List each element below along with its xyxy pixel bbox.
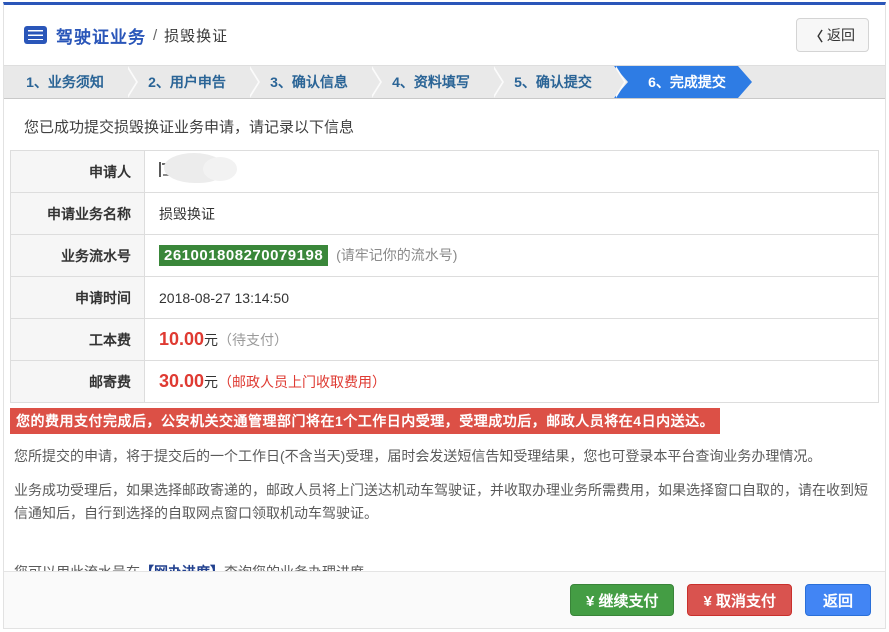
page: 驾驶证业务 / 损毁换证 〈 返回 1、业务须知 2、用户申告 3、确认信息 4… [0,0,889,632]
list-card-icon [24,26,47,44]
back-button-label: 返回 [827,25,855,45]
step-item-2: 2、用户申告 [126,66,248,98]
breadcrumb-separator: / [153,27,157,44]
table-row-applicant: 申请人 [11,151,879,193]
applicant-value [145,151,879,193]
business-name-value: 损毁换证 [145,193,879,235]
continue-payment-button[interactable]: ¥ 继续支付 [570,584,675,616]
cancel-payment-button[interactable]: ¥ 取消支付 [687,584,792,616]
alert-banner: 您的费用支付完成后，公安机关交通管理部门将在1个工作日内受理，受理成功后，邮政人… [10,408,720,434]
chevron-left-icon: 〈 [810,26,823,45]
table-row-production-fee: 工本费 10.00元（待支付） [11,319,879,361]
row-label: 邮寄费 [11,361,145,403]
breadcrumb-current: 损毁换证 [164,25,228,46]
content-panel: 驾驶证业务 / 损毁换证 〈 返回 1、业务须知 2、用户申告 3、确认信息 4… [3,2,886,629]
submission-info-table: 申请人 申请业务名称 损毁换证 业务流水号 261001808270079198 [10,150,879,403]
row-label: 申请时间 [11,277,145,319]
breadcrumb-root[interactable]: 驾驶证业务 [56,23,146,48]
production-fee-note: （待支付） [218,332,288,348]
step-item-3: 3、确认信息 [248,66,370,98]
production-fee-amount: 10.00 [159,329,204,349]
serial-value: 261001808270079198 (请牢记你的流水号) [145,235,879,277]
breadcrumb: 驾驶证业务 / 损毁换证 [24,23,228,48]
note-paragraph-1: 您所提交的申请，将于提交后的一个工作日(不含当天)受理，届时会发送短信告知受理结… [14,445,875,468]
row-label: 申请业务名称 [11,193,145,235]
serial-number-badge: 261001808270079198 [159,245,328,266]
footer-action-bar: ¥ 继续支付 ¥ 取消支付 返回 [4,571,885,628]
table-row-apply-time: 申请时间 2018-08-27 13:14:50 [11,277,879,319]
table-row-serial: 业务流水号 261001808270079198 (请牢记你的流水号) [11,235,879,277]
step-progress-bar: 1、业务须知 2、用户申告 3、确认信息 4、资料填写 5、确认提交 6、完成提… [4,65,885,99]
alert-banner-wrap: 您的费用支付完成后，公安机关交通管理部门将在1个工作日内受理，受理成功后，邮政人… [10,408,879,434]
mailing-fee-value: 30.00元（邮政人员上门收取费用） [145,361,879,403]
back-button[interactable]: 〈 返回 [796,18,869,52]
mailing-fee-note: （邮政人员上门收取费用） [218,374,386,390]
header: 驾驶证业务 / 损毁换证 〈 返回 [4,5,885,65]
row-label: 工本费 [11,319,145,361]
row-label: 申请人 [11,151,145,193]
step-item-1: 1、业务须知 [4,66,126,98]
notes-section: 您所提交的申请，将于提交后的一个工作日(不含当天)受理，届时会发送短信告知受理结… [14,445,875,584]
success-message: 您已成功提交损毁换证业务申请，请记录以下信息 [24,116,885,137]
redaction-blur-2 [203,157,237,181]
return-button[interactable]: 返回 [805,584,871,616]
table-row-business-name: 申请业务名称 损毁换证 [11,193,879,235]
applicant-name-redacted [159,159,249,181]
mailing-fee-amount: 30.00 [159,371,204,391]
table-row-mailing-fee: 邮寄费 30.00元（邮政人员上门收取费用） [11,361,879,403]
step-item-4: 4、资料填写 [370,66,492,98]
row-label: 业务流水号 [11,235,145,277]
apply-time-value: 2018-08-27 13:14:50 [145,277,879,319]
step-item-6-active: 6、完成提交 [614,66,752,98]
fee-unit: 元 [204,332,218,348]
step-bar-filler [752,66,885,98]
step-item-5: 5、确认提交 [492,66,614,98]
fee-unit: 元 [204,374,218,390]
serial-note: (请牢记你的流水号) [336,247,457,263]
note-paragraph-2: 业务成功受理后，如果选择邮政寄递的，邮政人员将上门送达机动车驾驶证，并收取办理业… [14,479,875,525]
production-fee-value: 10.00元（待支付） [145,319,879,361]
